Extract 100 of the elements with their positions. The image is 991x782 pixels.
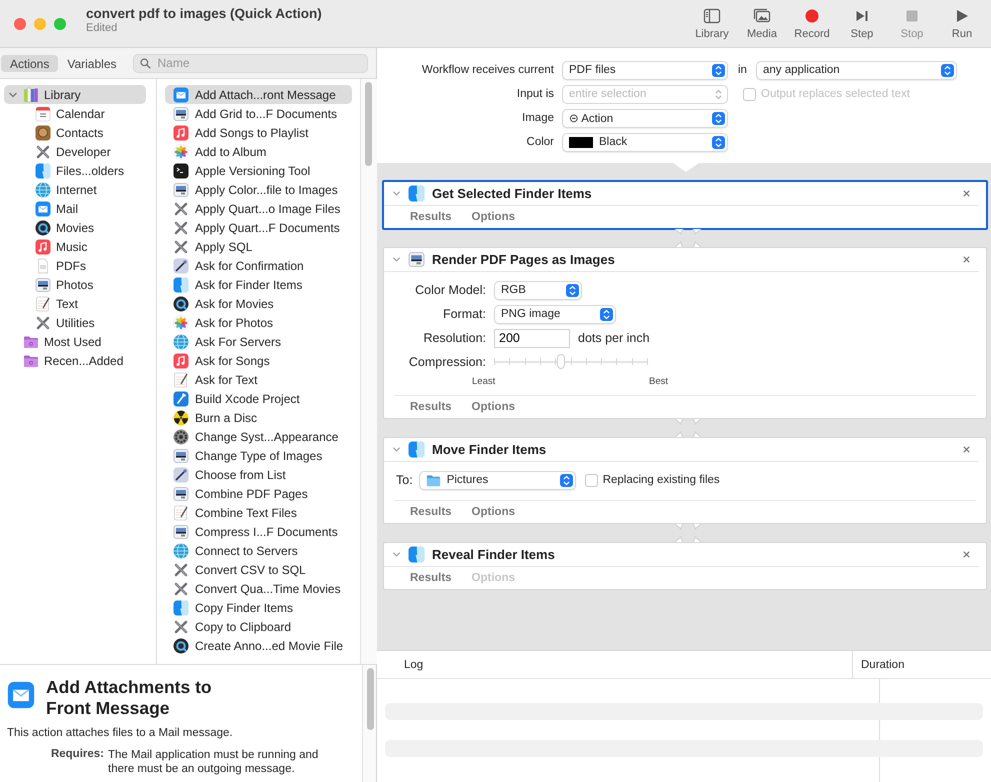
action-item[interactable]: Choose from List — [165, 465, 352, 484]
action-item[interactable]: Ask for Confirmation — [165, 256, 352, 275]
record-button[interactable]: Record — [787, 5, 837, 42]
library-item[interactable]: Recen...Added — [4, 351, 146, 370]
action-item[interactable]: Combine Text Files — [165, 503, 352, 522]
books-icon — [23, 86, 39, 102]
card-tab[interactable]: Options — [468, 401, 519, 413]
action-item[interactable]: Apply Color...file to Images — [165, 180, 352, 199]
slider-thumb[interactable] — [557, 354, 566, 369]
library-item[interactable]: Music — [4, 237, 146, 256]
card-tab[interactable]: Results — [406, 572, 456, 584]
library-item[interactable]: Developer — [4, 142, 146, 161]
chevron-icon[interactable] — [8, 90, 18, 100]
action-item[interactable]: Change Type of Images — [165, 446, 352, 465]
action-item[interactable]: Apply Quart...F Documents — [165, 218, 352, 237]
action-item[interactable]: Ask for Movies — [165, 294, 352, 313]
globe-icon — [35, 182, 51, 198]
card-tab[interactable]: Options — [468, 211, 519, 223]
library-tab[interactable]: Actions — [1, 54, 58, 72]
action-card[interactable]: Get Selected Finder Items Results Options — [382, 180, 988, 230]
column-header[interactable]: Duration — [852, 651, 904, 678]
action-item[interactable]: Convert CSV to SQL — [165, 560, 352, 579]
action-item[interactable]: Ask for Finder Items — [165, 275, 352, 294]
action-item[interactable]: Add to Album — [165, 142, 352, 161]
popup-button[interactable]: ⊝ Action — [562, 108, 728, 128]
action-item[interactable]: Create Anno...ed Movie File — [165, 636, 352, 655]
library-item[interactable]: Library — [4, 85, 146, 104]
checkbox[interactable]: Replacing existing files — [584, 474, 720, 486]
run-button[interactable]: Run — [937, 5, 987, 42]
scroll-bar[interactable] — [362, 665, 376, 782]
popup-button[interactable]: Black — [562, 132, 728, 152]
library-item[interactable]: Most Used — [4, 332, 146, 351]
card-tab[interactable]: Results — [406, 506, 456, 518]
action-item[interactable]: Build Xcode Project — [165, 389, 352, 408]
setting-label: in — [738, 64, 747, 76]
zoom-button[interactable] — [54, 18, 66, 30]
action-item[interactable]: Copy to Clipboard — [165, 617, 352, 636]
scroll-bar[interactable] — [360, 79, 377, 664]
chevron-icon[interactable] — [392, 189, 401, 198]
action-item[interactable]: Combine PDF Pages — [165, 484, 352, 503]
action-item[interactable]: Add Songs to Playlist — [165, 123, 352, 142]
crossed-tools-icon — [173, 618, 189, 634]
action-card[interactable]: Move Finder Items To: Pictures Replacing existing files Results Options — [383, 437, 987, 524]
action-item[interactable]: Burn a Disc — [165, 408, 352, 427]
card-tab[interactable]: Results — [406, 211, 456, 223]
action-item[interactable]: Compress I...F Documents — [165, 522, 352, 541]
library-item[interactable]: Text — [4, 294, 146, 313]
popup-button[interactable]: PNG image — [494, 304, 616, 324]
search-field[interactable]: Name — [132, 54, 368, 72]
action-item[interactable]: Ask For Servers — [165, 332, 352, 351]
library-item[interactable]: Mail — [4, 199, 146, 218]
chevron-icon[interactable] — [392, 445, 401, 454]
action-item[interactable]: Apply SQL — [165, 237, 352, 256]
action-item[interactable]: Copy Finder Items — [165, 598, 352, 617]
chevron-icon[interactable] — [392, 550, 401, 559]
library-item[interactable]: Contacts — [4, 123, 146, 142]
library-button[interactable]: Library — [687, 5, 737, 42]
card-tab[interactable]: Options — [468, 506, 519, 518]
popup-button[interactable]: any application — [756, 60, 957, 80]
minimize-button[interactable] — [34, 18, 46, 30]
library-item[interactable]: Movies — [4, 218, 146, 237]
library-item[interactable]: Internet — [4, 180, 146, 199]
action-item[interactable]: Connect to Servers — [165, 541, 352, 560]
library-item[interactable]: Photos — [4, 275, 146, 294]
popup-button[interactable]: PDF files — [562, 60, 728, 80]
library-item[interactable]: Utilities — [4, 313, 146, 332]
action-item[interactable]: Add Grid to...F Documents — [165, 104, 352, 123]
action-item[interactable]: Ask for Songs — [165, 351, 352, 370]
close-icon[interactable] — [962, 550, 971, 559]
connector-icon — [675, 229, 701, 247]
close-icon[interactable] — [962, 255, 971, 264]
photo-frame-icon — [173, 524, 189, 540]
close-icon[interactable] — [962, 445, 971, 454]
notepad-icon — [35, 296, 51, 312]
file-browser-icon — [173, 600, 189, 616]
media-button[interactable]: Media — [737, 5, 787, 42]
close-icon[interactable] — [962, 189, 971, 198]
column-header[interactable]: Log — [377, 658, 852, 670]
action-item[interactable]: Change Syst...Appearance — [165, 427, 352, 446]
card-tab[interactable]: Results — [406, 401, 456, 413]
action-card[interactable]: Render PDF Pages as Images Color Model: RGB Format: PNG image Resolution: 200 dots per inch Compression: Least Best Results Options — [383, 247, 987, 419]
action-item[interactable]: Convert Qua...Time Movies — [165, 579, 352, 598]
action-item[interactable]: Add Attach...ront Message — [165, 85, 352, 104]
compression-slider[interactable] — [494, 354, 647, 370]
action-item[interactable]: Apple Versioning Tool — [165, 161, 352, 180]
popup-button[interactable]: RGB — [494, 280, 582, 300]
library-tab[interactable]: Variables — [58, 54, 126, 72]
library-item[interactable]: PDFs — [4, 256, 146, 275]
resolution-field[interactable]: 200 — [494, 328, 570, 348]
music-note-icon — [173, 124, 189, 140]
popup-button[interactable]: Pictures — [418, 470, 576, 490]
close-button[interactable] — [14, 18, 26, 30]
library-item[interactable]: Calendar — [4, 104, 146, 123]
chevron-icon[interactable] — [392, 255, 401, 264]
action-item[interactable]: Apply Quart...o Image Files — [165, 199, 352, 218]
step-button[interactable]: Step — [837, 5, 887, 42]
action-item[interactable]: Ask for Text — [165, 370, 352, 389]
action-item[interactable]: Ask for Photos — [165, 313, 352, 332]
crossed-tools-icon — [173, 220, 189, 236]
library-item[interactable]: Files...olders — [4, 161, 146, 180]
